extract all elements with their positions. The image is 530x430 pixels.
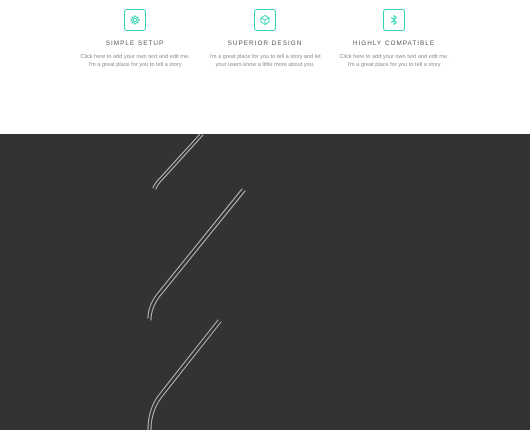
- feature-description[interactable]: I'm a great place for you to tell a stor…: [205, 53, 325, 69]
- features-section: SIMPLE SETUP Click here to add your own …: [0, 0, 530, 134]
- cube-icon: [254, 9, 276, 31]
- decorative-stroke: [150, 321, 222, 430]
- feature-superior-design: SUPERIOR DESIGN I'm a great place for yo…: [205, 9, 325, 69]
- feature-title: HIGHLY COMPATIBLE: [352, 40, 436, 47]
- decorative-stroke: [147, 319, 219, 430]
- feature-description[interactable]: Click here to add your own text and edit…: [334, 53, 454, 69]
- feature-simple-setup: SIMPLE SETUP Click here to add your own …: [75, 9, 195, 69]
- feature-title: SUPERIOR DESIGN: [227, 40, 303, 47]
- dark-section: [0, 134, 530, 430]
- feature-description[interactable]: Click here to add your own text and edit…: [75, 53, 195, 69]
- bluetooth-icon: [383, 9, 405, 31]
- feature-highly-compatible: HIGHLY COMPATIBLE Click here to add your…: [334, 9, 454, 69]
- decorative-stroke: [152, 134, 201, 189]
- feature-title: SIMPLE SETUP: [105, 40, 165, 47]
- decorative-lines: [147, 134, 246, 430]
- gear-icon: [124, 9, 146, 31]
- decorative-stroke: [155, 134, 204, 190]
- decorative-stroke: [150, 190, 246, 321]
